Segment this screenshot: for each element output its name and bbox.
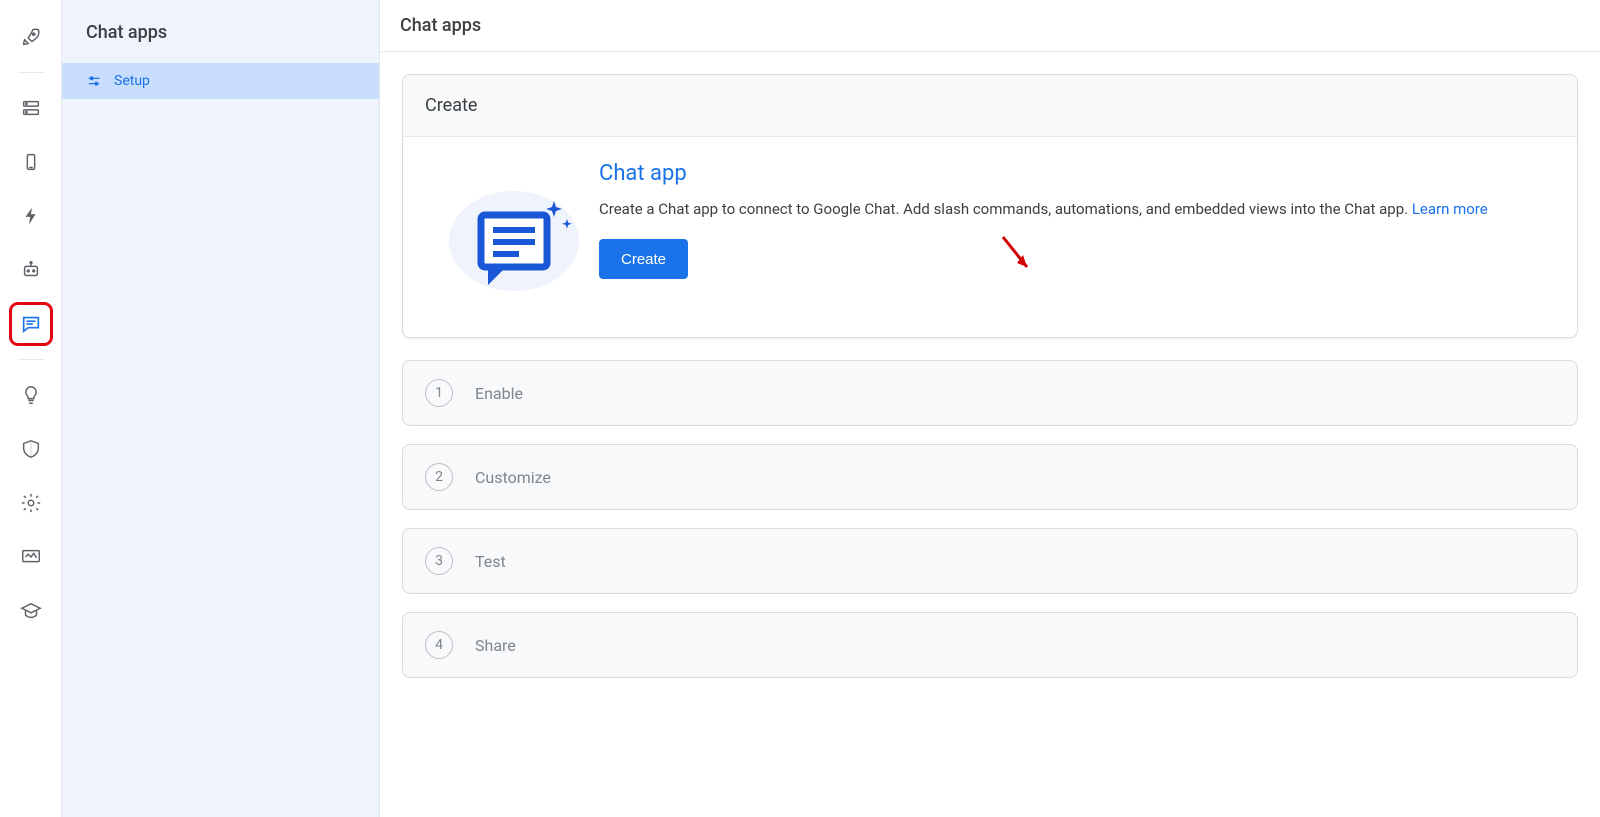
monitor-icon[interactable]	[12, 538, 50, 576]
sliders-icon	[86, 73, 102, 89]
main-body: Create	[380, 52, 1600, 736]
robot-icon[interactable]	[12, 251, 50, 289]
app-root: Chat apps Setup Chat apps Create	[0, 0, 1600, 817]
create-card-body: Chat app Create a Chat app to connect to…	[403, 137, 1577, 337]
rocket-icon[interactable]	[12, 18, 50, 56]
step-enable[interactable]: 1 Enable	[402, 360, 1578, 426]
sidebar: Chat apps Setup	[62, 0, 380, 817]
storage-icon[interactable]	[12, 89, 50, 127]
rail-separator	[18, 72, 44, 73]
step-customize[interactable]: 2 Customize	[402, 444, 1578, 510]
icon-rail	[0, 0, 62, 817]
learn-more-link[interactable]: Learn more	[1412, 200, 1488, 218]
step-share[interactable]: 4 Share	[402, 612, 1578, 678]
shield-icon[interactable]	[12, 430, 50, 468]
create-card-description: Create a Chat app to connect to Google C…	[599, 198, 1551, 221]
device-icon[interactable]	[12, 143, 50, 181]
create-card-text: Chat app Create a Chat app to connect to…	[599, 161, 1551, 301]
sidebar-item-label: Setup	[114, 73, 150, 89]
main: Chat apps Create	[380, 0, 1600, 817]
step-label: Enable	[475, 384, 523, 403]
step-label: Customize	[475, 468, 551, 487]
step-label: Share	[475, 636, 516, 655]
create-card-title: Chat app	[599, 161, 1551, 186]
step-number: 1	[425, 379, 453, 407]
bolt-icon[interactable]	[12, 197, 50, 235]
step-number: 4	[425, 631, 453, 659]
rail-separator	[18, 359, 44, 360]
create-card-desc-text: Create a Chat app to connect to Google C…	[599, 200, 1412, 218]
page-title: Chat apps	[380, 0, 1600, 52]
gear-icon[interactable]	[12, 484, 50, 522]
create-button[interactable]: Create	[599, 239, 688, 279]
step-test[interactable]: 3 Test	[402, 528, 1578, 594]
create-card-header: Create	[403, 75, 1577, 137]
sidebar-item-setup[interactable]: Setup	[62, 63, 379, 99]
sidebar-title: Chat apps	[62, 0, 379, 63]
step-number: 2	[425, 463, 453, 491]
step-number: 3	[425, 547, 453, 575]
step-label: Test	[475, 552, 506, 571]
chat-app-illustration	[429, 161, 599, 301]
chat-icon[interactable]	[12, 305, 50, 343]
create-card: Create	[402, 74, 1578, 338]
graduation-icon[interactable]	[12, 592, 50, 630]
lightbulb-icon[interactable]	[12, 376, 50, 414]
